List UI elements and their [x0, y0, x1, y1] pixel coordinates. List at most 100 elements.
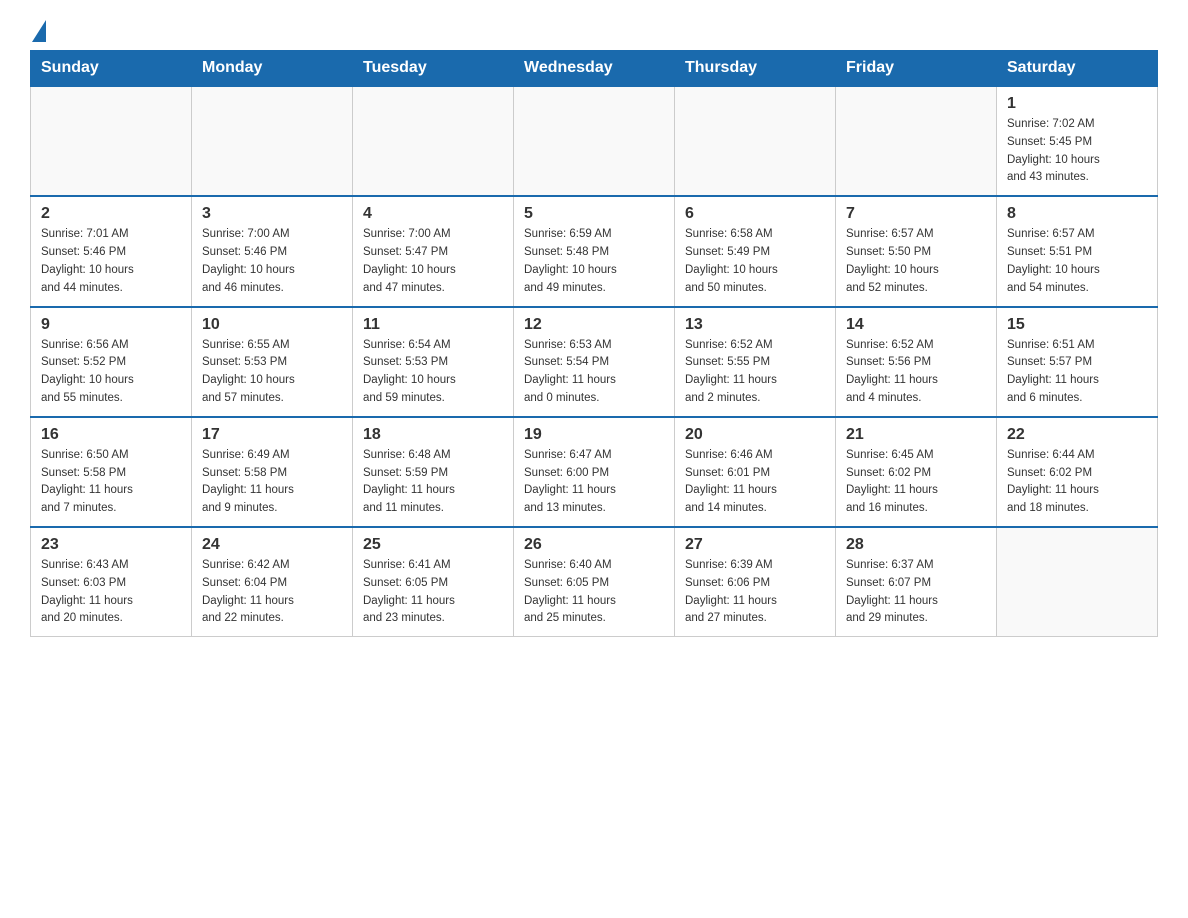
day-number: 13: [685, 316, 825, 334]
day-number: 16: [41, 426, 181, 444]
calendar-cell: 7Sunrise: 6:57 AMSunset: 5:50 PMDaylight…: [836, 196, 997, 306]
calendar-cell: 6 Sunrise: 6:58 AMSunset: 5:49 PMDaylight…: [675, 196, 836, 306]
calendar-cell: 28 Sunrise: 6:37 AMSunset: 6:07 PMDayligh…: [836, 527, 997, 637]
calendar-cell: 13 Sunrise: 6:52 AMSunset: 5:55 PMDayligh…: [675, 307, 836, 417]
calendar-cell: 11Sunrise: 6:54 AMSunset: 5:53 PMDayligh…: [353, 307, 514, 417]
calendar-cell: 8 Sunrise: 6:57 AMSunset: 5:51 PMDaylight…: [997, 196, 1158, 306]
calendar-cell: 19Sunrise: 6:47 AMSunset: 6:00 PMDayligh…: [514, 417, 675, 527]
calendar-cell: [997, 527, 1158, 637]
day-number: 27: [685, 536, 825, 554]
calendar-week-row: 2 Sunrise: 7:01 AMSunset: 5:46 PMDaylight…: [31, 196, 1158, 306]
day-number: 25: [363, 536, 503, 554]
calendar-cell: [514, 86, 675, 196]
day-info: Sunrise: 6:39 AMSunset: 6:06 PMDaylight:…: [685, 557, 825, 628]
day-number: 17: [202, 426, 342, 444]
day-number: 18: [363, 426, 503, 444]
day-number: 26: [524, 536, 664, 554]
day-number: 23: [41, 536, 181, 554]
day-info: Sunrise: 6:51 AMSunset: 5:57 PMDaylight:…: [1007, 337, 1147, 408]
column-header-sunday: Sunday: [31, 51, 192, 87]
column-header-tuesday: Tuesday: [353, 51, 514, 87]
logo-triangle-icon: [32, 20, 46, 42]
calendar-cell: 2 Sunrise: 7:01 AMSunset: 5:46 PMDaylight…: [31, 196, 192, 306]
calendar-week-row: 9 Sunrise: 6:56 AMSunset: 5:52 PMDaylight…: [31, 307, 1158, 417]
day-info: Sunrise: 6:52 AMSunset: 5:56 PMDaylight:…: [846, 337, 986, 408]
calendar-cell: [836, 86, 997, 196]
day-info: Sunrise: 6:55 AMSunset: 5:53 PMDaylight:…: [202, 337, 342, 408]
day-number: 1: [1007, 95, 1147, 113]
calendar-cell: 24Sunrise: 6:42 AMSunset: 6:04 PMDayligh…: [192, 527, 353, 637]
day-info: Sunrise: 6:37 AMSunset: 6:07 PMDaylight:…: [846, 557, 986, 628]
calendar-header-row: SundayMondayTuesdayWednesdayThursdayFrid…: [31, 51, 1158, 87]
calendar-cell: 23 Sunrise: 6:43 AMSunset: 6:03 PMDayligh…: [31, 527, 192, 637]
day-number: 14: [846, 316, 986, 334]
calendar-cell: 9 Sunrise: 6:56 AMSunset: 5:52 PMDaylight…: [31, 307, 192, 417]
day-info: Sunrise: 6:46 AMSunset: 6:01 PMDaylight:…: [685, 447, 825, 518]
calendar-cell: 22 Sunrise: 6:44 AMSunset: 6:02 PMDayligh…: [997, 417, 1158, 527]
day-number: 6: [685, 205, 825, 223]
day-info: Sunrise: 7:00 AMSunset: 5:47 PMDaylight:…: [363, 226, 503, 297]
day-number: 21: [846, 426, 986, 444]
calendar-cell: 18 Sunrise: 6:48 AMSunset: 5:59 PMDayligh…: [353, 417, 514, 527]
calendar-table: SundayMondayTuesdayWednesdayThursdayFrid…: [30, 50, 1158, 637]
calendar-cell: 1 Sunrise: 7:02 AMSunset: 5:45 PMDaylight…: [997, 86, 1158, 196]
calendar-week-row: 23 Sunrise: 6:43 AMSunset: 6:03 PMDayligh…: [31, 527, 1158, 637]
calendar-cell: 21 Sunrise: 6:45 AMSunset: 6:02 PMDayligh…: [836, 417, 997, 527]
day-info: Sunrise: 6:57 AMSunset: 5:51 PMDaylight:…: [1007, 226, 1147, 297]
day-number: 4: [363, 205, 503, 223]
calendar-cell: 16 Sunrise: 6:50 AMSunset: 5:58 PMDayligh…: [31, 417, 192, 527]
day-info: Sunrise: 6:50 AMSunset: 5:58 PMDaylight:…: [41, 447, 181, 518]
day-info: Sunrise: 6:56 AMSunset: 5:52 PMDaylight:…: [41, 337, 181, 408]
calendar-week-row: 16 Sunrise: 6:50 AMSunset: 5:58 PMDayligh…: [31, 417, 1158, 527]
day-number: 9: [41, 316, 181, 334]
calendar-cell: 14 Sunrise: 6:52 AMSunset: 5:56 PMDayligh…: [836, 307, 997, 417]
calendar-cell: 17 Sunrise: 6:49 AMSunset: 5:58 PMDayligh…: [192, 417, 353, 527]
day-info: Sunrise: 6:43 AMSunset: 6:03 PMDaylight:…: [41, 557, 181, 628]
calendar-cell: [192, 86, 353, 196]
day-number: 11: [363, 316, 503, 334]
day-number: 5: [524, 205, 664, 223]
day-info: Sunrise: 6:45 AMSunset: 6:02 PMDaylight:…: [846, 447, 986, 518]
calendar-cell: 4 Sunrise: 7:00 AMSunset: 5:47 PMDaylight…: [353, 196, 514, 306]
calendar-cell: 25 Sunrise: 6:41 AMSunset: 6:05 PMDayligh…: [353, 527, 514, 637]
day-number: 12: [524, 316, 664, 334]
calendar-cell: 12 Sunrise: 6:53 AMSunset: 5:54 PMDayligh…: [514, 307, 675, 417]
calendar-week-row: 1 Sunrise: 7:02 AMSunset: 5:45 PMDaylight…: [31, 86, 1158, 196]
day-info: Sunrise: 6:42 AMSunset: 6:04 PMDaylight:…: [202, 557, 342, 628]
day-info: Sunrise: 6:47 AMSunset: 6:00 PMDaylight:…: [524, 447, 664, 518]
day-info: Sunrise: 6:52 AMSunset: 5:55 PMDaylight:…: [685, 337, 825, 408]
column-header-thursday: Thursday: [675, 51, 836, 87]
day-number: 2: [41, 205, 181, 223]
calendar-cell: 10 Sunrise: 6:55 AMSunset: 5:53 PMDayligh…: [192, 307, 353, 417]
day-number: 7: [846, 205, 986, 223]
day-info: Sunrise: 6:53 AMSunset: 5:54 PMDaylight:…: [524, 337, 664, 408]
day-number: 28: [846, 536, 986, 554]
day-info: Sunrise: 6:49 AMSunset: 5:58 PMDaylight:…: [202, 447, 342, 518]
day-number: 22: [1007, 426, 1147, 444]
day-info: Sunrise: 6:40 AMSunset: 6:05 PMDaylight:…: [524, 557, 664, 628]
column-header-friday: Friday: [836, 51, 997, 87]
calendar-cell: [353, 86, 514, 196]
day-info: Sunrise: 7:01 AMSunset: 5:46 PMDaylight:…: [41, 226, 181, 297]
calendar-cell: 3 Sunrise: 7:00 AMSunset: 5:46 PMDaylight…: [192, 196, 353, 306]
day-number: 20: [685, 426, 825, 444]
day-info: Sunrise: 6:41 AMSunset: 6:05 PMDaylight:…: [363, 557, 503, 628]
calendar-cell: 27 Sunrise: 6:39 AMSunset: 6:06 PMDayligh…: [675, 527, 836, 637]
calendar-cell: 26 Sunrise: 6:40 AMSunset: 6:05 PMDayligh…: [514, 527, 675, 637]
calendar-cell: 5 Sunrise: 6:59 AMSunset: 5:48 PMDaylight…: [514, 196, 675, 306]
day-number: 8: [1007, 205, 1147, 223]
day-number: 10: [202, 316, 342, 334]
day-info: Sunrise: 6:44 AMSunset: 6:02 PMDaylight:…: [1007, 447, 1147, 518]
logo: [30, 20, 46, 40]
day-info: Sunrise: 7:02 AMSunset: 5:45 PMDaylight:…: [1007, 116, 1147, 187]
day-info: Sunrise: 6:58 AMSunset: 5:49 PMDaylight:…: [685, 226, 825, 297]
column-header-wednesday: Wednesday: [514, 51, 675, 87]
day-number: 3: [202, 205, 342, 223]
day-info: Sunrise: 6:48 AMSunset: 5:59 PMDaylight:…: [363, 447, 503, 518]
day-number: 15: [1007, 316, 1147, 334]
day-info: Sunrise: 6:59 AMSunset: 5:48 PMDaylight:…: [524, 226, 664, 297]
calendar-cell: [31, 86, 192, 196]
calendar-cell: [675, 86, 836, 196]
day-info: Sunrise: 7:00 AMSunset: 5:46 PMDaylight:…: [202, 226, 342, 297]
page-header: [30, 20, 1158, 40]
